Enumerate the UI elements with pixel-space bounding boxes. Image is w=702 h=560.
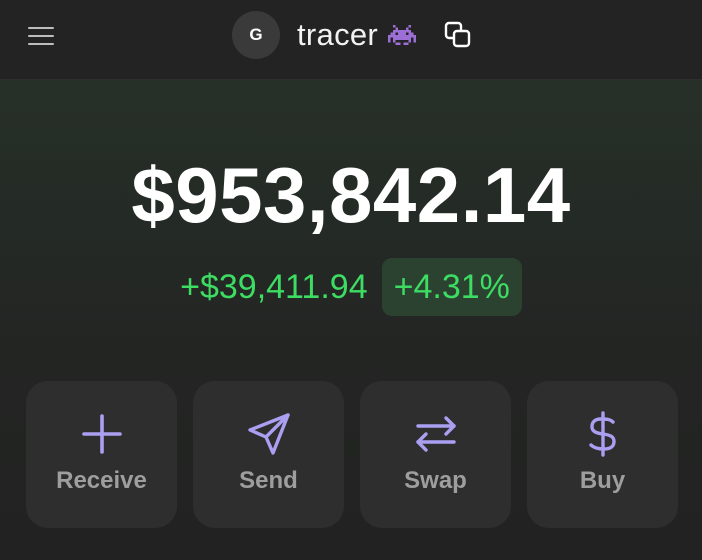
- receive-label: Receive: [56, 467, 147, 494]
- alien-monster-icon: [388, 24, 417, 46]
- send-button[interactable]: Send: [193, 381, 344, 528]
- swap-button[interactable]: Swap: [360, 381, 511, 528]
- action-buttons: Receive Send Swap Buy: [26, 381, 678, 528]
- plus-icon: [81, 414, 122, 454]
- avatar[interactable]: G: [232, 11, 280, 59]
- receive-button[interactable]: Receive: [26, 381, 177, 528]
- portfolio-panel: $953,842.14 +$39,411.94 +4.31% Receive S…: [0, 80, 702, 560]
- swap-arrows-icon: [415, 416, 456, 452]
- buy-button[interactable]: Buy: [527, 381, 678, 528]
- change-amount: +$39,411.94: [180, 267, 368, 306]
- change-percent-badge: +4.31%: [381, 258, 522, 316]
- account-name: tracer: [297, 17, 379, 52]
- send-label: Send: [239, 467, 298, 494]
- buy-label: Buy: [579, 467, 626, 494]
- top-bar: G tracer: [0, 0, 702, 80]
- swap-label: Swap: [404, 467, 467, 494]
- avatar-initial: G: [249, 25, 263, 44]
- dollar-icon: [588, 411, 616, 457]
- account-switcher[interactable]: G tracer: [232, 11, 417, 59]
- total-balance: $953,842.14: [131, 151, 571, 239]
- send-icon: [247, 413, 290, 455]
- balance-change: +$39,411.94 +4.31%: [0, 258, 702, 316]
- hamburger-menu-icon[interactable]: [26, 24, 56, 48]
- copy-icon[interactable]: [444, 21, 472, 49]
